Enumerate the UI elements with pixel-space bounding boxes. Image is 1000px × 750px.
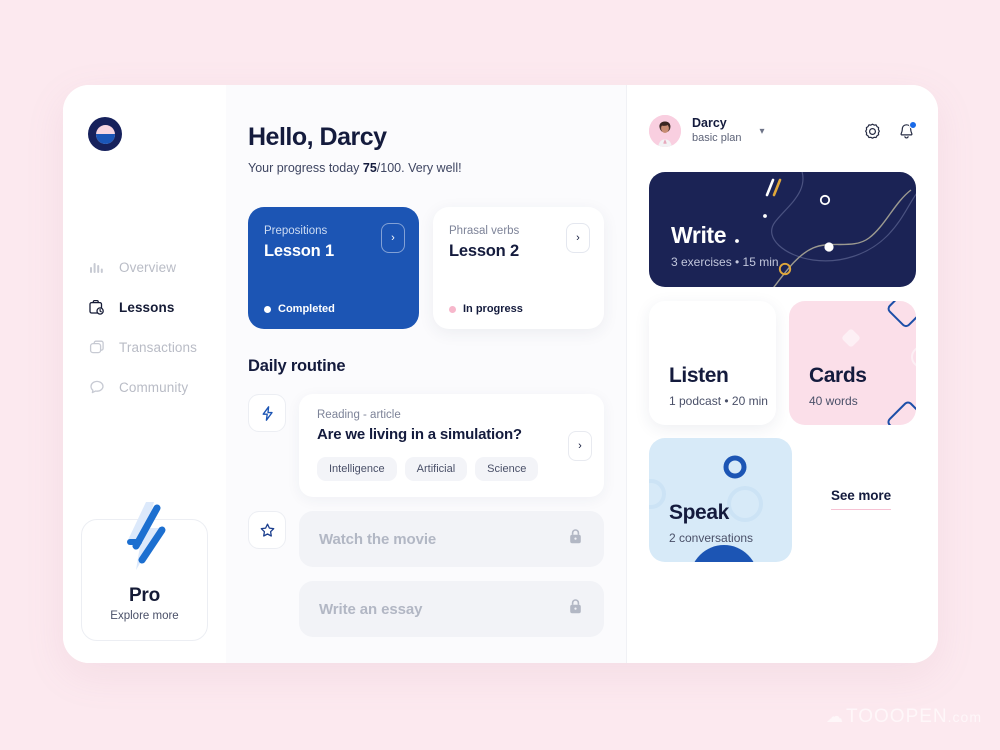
activity-title: Cards bbox=[809, 364, 867, 387]
sidebar-nav: Overview Lessons Transactions Community bbox=[63, 247, 226, 407]
app-window: Overview Lessons Transactions Community … bbox=[63, 85, 938, 663]
status-dot-icon bbox=[264, 305, 271, 313]
pro-title: Pro bbox=[128, 585, 161, 606]
lightning-bolt-icon bbox=[112, 498, 178, 576]
main-content: Hello, Darcy Your progress today 75/100.… bbox=[226, 85, 626, 663]
section-title-daily-routine: Daily routine bbox=[248, 357, 346, 375]
notification-badge bbox=[909, 120, 917, 129]
lesson-status-label: In progress bbox=[463, 303, 523, 315]
sidebar-item-label: Lessons bbox=[119, 299, 175, 315]
pro-subtitle: Explore more bbox=[110, 610, 179, 622]
app-logo[interactable] bbox=[88, 117, 122, 151]
lock-icon bbox=[567, 527, 584, 551]
progress-value: 75 bbox=[362, 161, 377, 175]
sidebar-item-label: Community bbox=[119, 379, 189, 395]
locked-task-essay[interactable]: Write an essay bbox=[299, 581, 604, 637]
tag-list: Intelligence Artificial Science bbox=[317, 457, 586, 481]
avatar[interactable] bbox=[649, 115, 681, 147]
progress-suffix: /100. Very well! bbox=[376, 161, 462, 175]
activity-meta: 2 conversations bbox=[669, 531, 754, 545]
lock-icon bbox=[567, 597, 584, 621]
sidebar-item-overview[interactable]: Overview bbox=[63, 247, 226, 287]
activity-title: Speak bbox=[669, 501, 729, 524]
lesson-open-button[interactable]: › bbox=[381, 223, 405, 253]
reading-kicker: Reading - article bbox=[317, 409, 401, 421]
sidebar: Overview Lessons Transactions Community … bbox=[63, 85, 226, 663]
watermark: ☁ TOOOPEN.com bbox=[826, 706, 982, 728]
lesson-card-2[interactable]: Phrasal verbs Lesson 2 › In progress bbox=[433, 207, 604, 329]
speech-bubble-icon bbox=[87, 378, 106, 397]
chevron-down-icon[interactable]: ▾ bbox=[760, 126, 765, 137]
reading-open-button[interactable]: › bbox=[568, 430, 592, 461]
profile-plan: basic plan bbox=[692, 132, 742, 145]
sidebar-item-label: Transactions bbox=[119, 339, 197, 355]
activity-card-write[interactable]: Write 3 exercises • 15 min bbox=[649, 172, 916, 287]
profile-text: Darcy basic plan bbox=[692, 116, 742, 146]
activity-title: Listen bbox=[669, 364, 729, 387]
profile-name: Darcy bbox=[692, 115, 727, 130]
page-title: Hello, Darcy bbox=[248, 123, 387, 151]
lesson-status: Completed bbox=[264, 303, 335, 315]
activity-meta: 40 words bbox=[809, 394, 858, 408]
routine-row-essay: Write an essay bbox=[248, 581, 604, 637]
locked-task-label: Watch the movie bbox=[319, 530, 437, 548]
sidebar-item-label: Overview bbox=[119, 259, 177, 275]
routine-row-movie: Watch the movie bbox=[248, 511, 604, 567]
status-dot-icon bbox=[449, 305, 456, 313]
activity-card-listen[interactable]: Listen 1 podcast • 20 min bbox=[649, 301, 776, 425]
right-panel: Darcy basic plan ▾ Write 3 exercises • 1… bbox=[626, 85, 938, 663]
activity-meta: 1 podcast • 20 min bbox=[669, 394, 768, 408]
sidebar-item-community[interactable]: Community bbox=[63, 367, 226, 407]
locked-task-label: Write an essay bbox=[319, 600, 423, 618]
lesson-cards: Prepositions Lesson 1 › Completed Phrasa… bbox=[248, 207, 604, 329]
locked-task-movie[interactable]: Watch the movie bbox=[299, 511, 604, 567]
daily-routine-list: Reading - article Are we living in a sim… bbox=[248, 394, 604, 637]
lesson-status: In progress bbox=[449, 303, 523, 315]
watermark-suffix: .com bbox=[947, 709, 982, 725]
cloud-icon: ☁ bbox=[825, 707, 844, 726]
watermark-text: TOOOPEN bbox=[845, 706, 948, 727]
pro-upgrade-card[interactable]: Pro Explore more bbox=[81, 502, 208, 641]
lesson-bag-clock-icon bbox=[87, 298, 106, 317]
bell-icon[interactable] bbox=[897, 120, 917, 141]
activity-card-speak[interactable]: Speak 2 conversations bbox=[649, 438, 792, 562]
sidebar-item-transactions[interactable]: Transactions bbox=[63, 327, 226, 367]
card-stack-icon bbox=[87, 338, 106, 357]
routine-row-reading: Reading - article Are we living in a sim… bbox=[248, 394, 604, 497]
tag[interactable]: Science bbox=[475, 457, 539, 481]
tag[interactable]: Artificial bbox=[404, 457, 468, 481]
bar-chart-icon bbox=[87, 258, 106, 277]
logo-inner-shape bbox=[95, 124, 115, 144]
lesson-card-1[interactable]: Prepositions Lesson 1 › Completed bbox=[248, 207, 419, 329]
tag[interactable]: Intelligence bbox=[317, 457, 397, 481]
gear-icon[interactable] bbox=[863, 122, 882, 141]
progress-prefix: Your progress today bbox=[248, 161, 363, 175]
see-more-link[interactable]: See more bbox=[831, 488, 891, 510]
activity-meta: 3 exercises • 15 min bbox=[671, 255, 779, 269]
reading-title: Are we living in a simulation? bbox=[317, 426, 522, 443]
activity-card-cards[interactable]: Cards 40 words bbox=[789, 301, 916, 425]
activity-grid: Listen 1 podcast • 20 min Cards 40 words bbox=[649, 301, 916, 425]
lightning-bolt-icon[interactable] bbox=[248, 394, 286, 432]
header-actions bbox=[863, 120, 917, 141]
reading-article-card[interactable]: Reading - article Are we living in a sim… bbox=[299, 394, 604, 497]
lesson-open-button[interactable]: › bbox=[566, 223, 590, 253]
profile-bar: Darcy basic plan ▾ bbox=[649, 115, 917, 147]
lesson-status-label: Completed bbox=[278, 303, 335, 315]
progress-text: Your progress today 75/100. Very well! bbox=[248, 161, 604, 175]
activity-title: Write bbox=[671, 222, 727, 248]
sidebar-item-lessons[interactable]: Lessons bbox=[63, 287, 226, 327]
screen: Overview Lessons Transactions Community … bbox=[0, 0, 1000, 750]
star-icon[interactable] bbox=[248, 511, 286, 549]
bottom-row: Speak 2 conversations See more bbox=[649, 438, 916, 562]
